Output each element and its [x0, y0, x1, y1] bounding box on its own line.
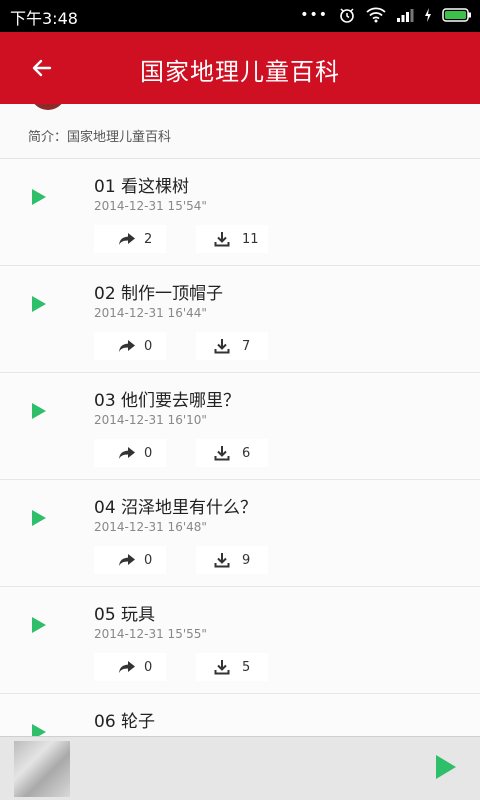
alarm-icon — [340, 8, 354, 23]
share-button[interactable]: 2 — [94, 225, 166, 253]
share-button[interactable]: 0 — [94, 439, 166, 467]
play-icon[interactable] — [434, 753, 458, 781]
episode-date: 2014-12-31 15'55" — [94, 627, 207, 641]
play-icon[interactable] — [30, 294, 48, 314]
download-button[interactable]: 7 — [196, 332, 268, 360]
episode-title: 03 他们要去哪里？ — [94, 391, 241, 411]
episode-list: 01 看这棵树 2014-12-31 15'54" 2 11 02 制作一顶帽子… — [0, 159, 480, 736]
list-item[interactable]: 05 玩具 2014-12-31 15'55" 0 5 — [0, 587, 480, 694]
download-count: 11 — [242, 231, 259, 247]
share-icon — [119, 554, 135, 566]
list-item[interactable]: 01 看这棵树 2014-12-31 15'54" 2 11 — [0, 159, 480, 266]
episode-title: 01 看这棵树 — [94, 177, 190, 197]
episode-date: 2014-12-31 15'54" — [94, 199, 207, 213]
download-count: 9 — [242, 552, 251, 568]
download-icon — [214, 660, 230, 675]
more-dots-icon: ••• — [300, 7, 328, 23]
download-button[interactable]: 5 — [196, 653, 268, 681]
download-count: 7 — [242, 338, 251, 354]
battery-icon — [442, 8, 471, 22]
status-bar: 下午3:48 ••• — [0, 0, 480, 32]
download-icon — [214, 339, 230, 354]
content-area[interactable]: 简介：国家地理儿童百科 01 看这棵树 2014-12-31 15'54" 2 … — [0, 104, 480, 736]
share-icon — [119, 233, 135, 245]
list-item[interactable]: 06 轮子 — [0, 694, 480, 736]
download-button[interactable]: 9 — [196, 546, 268, 574]
share-button[interactable]: 0 — [94, 332, 166, 360]
wifi-icon — [366, 7, 386, 23]
download-icon — [214, 553, 230, 568]
episode-title: 02 制作一顶帽子 — [94, 284, 224, 304]
episode-title: 05 玩具 — [94, 605, 156, 625]
share-button[interactable]: 0 — [94, 546, 166, 574]
download-count: 5 — [242, 659, 251, 675]
download-button[interactable]: 11 — [196, 225, 268, 253]
share-count: 0 — [144, 659, 153, 675]
episode-date: 2014-12-31 16'44" — [94, 306, 207, 320]
signal-icon — [397, 9, 414, 22]
share-count: 0 — [144, 338, 153, 354]
status-time: 下午3:48 — [10, 9, 78, 28]
play-icon[interactable] — [30, 615, 48, 635]
status-icons: ••• — [300, 6, 472, 24]
episode-date: 2014-12-31 16'48" — [94, 520, 207, 534]
album-avatar — [30, 104, 66, 110]
share-count: 0 — [144, 445, 153, 461]
list-item[interactable]: 02 制作一顶帽子 2014-12-31 16'44" 0 7 — [0, 266, 480, 373]
app-bar: 国家地理儿童百科 — [0, 32, 480, 104]
play-icon[interactable] — [30, 401, 48, 421]
download-icon — [214, 232, 230, 247]
album-intro: 简介：国家地理儿童百科 — [28, 130, 172, 145]
episode-date: 2014-12-31 16'10" — [94, 413, 207, 427]
share-count: 0 — [144, 552, 153, 568]
charging-icon — [425, 8, 431, 22]
download-icon — [214, 446, 230, 461]
play-icon[interactable] — [30, 187, 48, 207]
page-title: 国家地理儿童百科 — [140, 58, 340, 86]
play-icon[interactable] — [30, 508, 48, 528]
episode-title: 04 沼泽地里有什么？ — [94, 498, 258, 518]
share-icon — [119, 661, 135, 673]
share-icon — [119, 447, 135, 459]
share-button[interactable]: 0 — [94, 653, 166, 681]
download-button[interactable]: 6 — [196, 439, 268, 467]
mini-player[interactable] — [0, 736, 480, 800]
list-item[interactable]: 03 他们要去哪里？ 2014-12-31 16'10" 0 6 — [0, 373, 480, 480]
episode-title: 06 轮子 — [94, 712, 156, 732]
share-count: 2 — [144, 231, 153, 247]
download-count: 6 — [242, 445, 251, 461]
album-thumbnail[interactable] — [14, 741, 70, 797]
share-icon — [119, 340, 135, 352]
list-item[interactable]: 04 沼泽地里有什么？ 2014-12-31 16'48" 0 9 — [0, 480, 480, 587]
play-icon[interactable] — [30, 722, 48, 736]
